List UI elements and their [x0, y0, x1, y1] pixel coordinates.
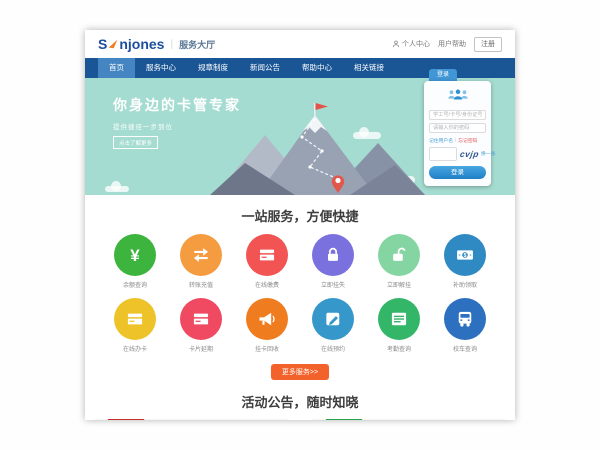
captcha-refresh-link[interactable]: 换一张: [481, 150, 495, 157]
nav-item-links[interactable]: 相关链接: [343, 58, 395, 78]
left-tabbar: 使用指南 最新公告 更多>>: [95, 419, 287, 420]
logo-divider: |: [170, 39, 173, 50]
svg-text:$: $: [464, 253, 467, 259]
announcement-panels: 使用指南 最新公告 更多>> 使用指南 更多>>: [85, 419, 515, 420]
service-label: 立即解挂: [371, 280, 427, 289]
service-label: 在线办卡: [107, 344, 163, 353]
list-icon: [378, 298, 420, 340]
service-label: 考勤查询: [371, 344, 427, 353]
register-button[interactable]: 注册: [474, 37, 502, 52]
logo-text-pre: S: [98, 36, 107, 52]
login-panel: 登录 记住用户名 | 忘记密码: [424, 69, 491, 186]
announcement-panel-right: 使用指南 更多>>: [313, 419, 505, 420]
service-report-loss[interactable]: 立即挂失: [305, 234, 361, 289]
service-card-renewal[interactable]: 卡片延期: [173, 298, 229, 353]
users-icon: [429, 88, 486, 106]
edit-icon: [312, 298, 354, 340]
tab-usage-guide[interactable]: 使用指南: [105, 419, 147, 420]
forgot-password-link[interactable]: 忘记密码: [458, 137, 477, 144]
logo[interactable]: S njones | 服务大厅: [98, 36, 215, 52]
login-submit-button[interactable]: 登录: [429, 166, 486, 179]
captcha-image: cvjp: [459, 149, 479, 159]
login-links-row: 记住用户名 | 忘记密码: [429, 137, 486, 144]
nav-item-help-center[interactable]: 帮助中心: [291, 58, 343, 78]
announcements-title: 活动公告，随时知晓: [85, 392, 515, 411]
service-label: 在线预约: [305, 344, 361, 353]
login-form: 记住用户名 | 忘记密码 cvjp 换一张 登录: [424, 81, 491, 186]
nav-item-home[interactable]: 首页: [98, 58, 135, 78]
service-label: 卡片延期: [173, 344, 229, 353]
service-label: 校车查询: [437, 344, 493, 353]
service-school-bus-inquiry[interactable]: 校车查询: [437, 298, 493, 353]
service-attendance-inquiry[interactable]: 考勤查询: [371, 298, 427, 353]
lock-icon: [312, 234, 354, 276]
service-lost-card-recovery[interactable]: 挂卡回收: [239, 298, 295, 353]
bus-icon: [444, 298, 486, 340]
hero-title: 你身边的卡管专家: [113, 95, 241, 115]
announcement-panel-left: 使用指南 最新公告 更多>>: [95, 419, 287, 420]
right-tabbar: 使用指南 更多>>: [313, 419, 505, 420]
service-label: 挂卡回收: [239, 344, 295, 353]
captcha-row: cvjp 换一张: [429, 147, 486, 161]
user-help-label: 用户帮助: [438, 39, 466, 49]
hero-cta-button[interactable]: 点击了解更多: [113, 136, 158, 149]
header-right: 个人中心 用户帮助 注册: [392, 37, 502, 52]
service-label: 在线缴费: [239, 280, 295, 289]
service-online-payment[interactable]: 在线缴费: [239, 234, 295, 289]
service-unfreeze-card[interactable]: 立即解挂: [371, 234, 427, 289]
remember-username-link[interactable]: 记住用户名: [429, 137, 453, 144]
service-balance-inquiry[interactable]: ¥ 余额查询: [107, 234, 163, 289]
page-container: S njones | 服务大厅 个人中心 用户帮助 注册 首页 服务中心 规章制…: [85, 30, 515, 420]
login-tab[interactable]: 登录: [429, 69, 457, 81]
person-icon: [392, 40, 400, 48]
site-name: 服务大厅: [179, 38, 215, 51]
username-input[interactable]: [429, 110, 486, 120]
service-transfer-recharge[interactable]: 转账充值: [173, 234, 229, 289]
nav-item-news[interactable]: 新闻公告: [239, 58, 291, 78]
services-row-1: ¥ 余额查询 转账充值 在线缴费 立即挂失: [85, 234, 515, 289]
hero-subtitle: 提供捷径一步到位: [113, 121, 241, 131]
more-services-button[interactable]: 更多服务>>: [271, 364, 329, 380]
megaphone-icon: [246, 298, 288, 340]
links-divider: |: [455, 138, 456, 143]
announcements-section: 活动公告，随时知晓 使用指南 最新公告 更多>> 使用指南 更多>>: [85, 392, 515, 420]
cloud-shape: [105, 186, 129, 192]
service-label: 补助领取: [437, 280, 493, 289]
transfer-arrows-icon: [180, 234, 222, 276]
service-online-booking[interactable]: 在线预约: [305, 298, 361, 353]
hero-text-block: 你身边的卡管专家 提供捷径一步到位 点击了解更多: [113, 95, 241, 150]
bank-card-icon: [180, 298, 222, 340]
nav-item-rules[interactable]: 规章制度: [187, 58, 239, 78]
personal-center-link[interactable]: 个人中心: [392, 39, 430, 49]
bank-card-icon: [246, 234, 288, 276]
unlock-icon: [378, 234, 420, 276]
logo-text-post: njones: [119, 36, 164, 52]
yuan-icon: ¥: [114, 234, 156, 276]
nav-item-service-center[interactable]: 服务中心: [135, 58, 187, 78]
captcha-input[interactable]: [429, 147, 457, 161]
user-help-link[interactable]: 用户帮助: [438, 39, 466, 49]
service-subsidy-collection[interactable]: $ 补助领取: [437, 234, 493, 289]
logo-arrow-icon: [108, 39, 118, 49]
service-online-card-application[interactable]: 在线办卡: [107, 298, 163, 353]
services-section: 一站服务，方便快捷 ¥ 余额查询 转账充值 在线缴费: [85, 195, 515, 380]
banknote-icon: $: [444, 234, 486, 276]
services-row-2: 在线办卡 卡片延期 挂卡回收 在线预约: [85, 298, 515, 353]
mountains-illustration: [210, 103, 425, 195]
service-label: 余额查询: [107, 280, 163, 289]
services-section-title: 一站服务，方便快捷: [85, 206, 515, 225]
service-label: 立即挂失: [305, 280, 361, 289]
personal-center-label: 个人中心: [402, 39, 430, 49]
service-label: 转账充值: [173, 280, 229, 289]
tab-usage-guide-right[interactable]: 使用指南: [323, 419, 365, 420]
bank-card-icon: [114, 298, 156, 340]
top-header: S njones | 服务大厅 个人中心 用户帮助 注册: [85, 30, 515, 58]
password-input[interactable]: [429, 123, 486, 133]
